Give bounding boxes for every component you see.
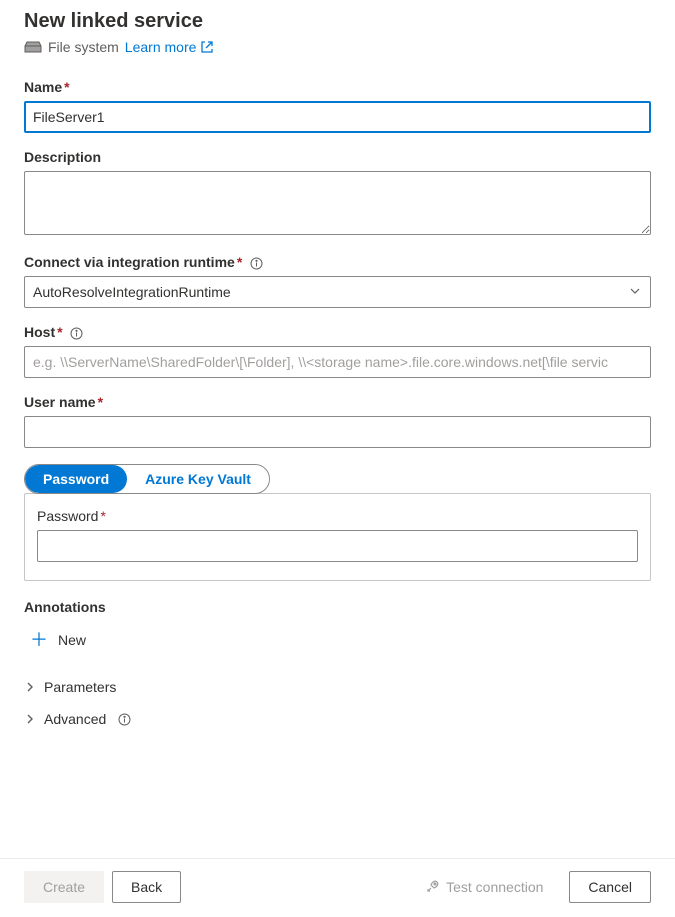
subheader: File system Learn more: [24, 39, 651, 55]
username-label: User name*: [24, 394, 651, 410]
description-label: Description: [24, 149, 651, 165]
create-button[interactable]: Create: [24, 871, 104, 903]
cancel-button[interactable]: Cancel: [569, 871, 651, 903]
advanced-expander[interactable]: Advanced: [24, 703, 651, 735]
test-connection-button[interactable]: Test connection: [408, 871, 561, 903]
runtime-select[interactable]: AutoResolveIntegrationRuntime: [24, 276, 651, 308]
add-new-label: New: [58, 632, 86, 648]
footer: Create Back Test connection Cancel: [0, 858, 675, 917]
host-label: Host*: [24, 324, 651, 340]
password-input[interactable]: [37, 530, 638, 562]
info-icon[interactable]: [70, 327, 83, 340]
password-panel: Password*: [24, 493, 651, 581]
chevron-right-icon: [24, 713, 36, 725]
external-link-icon: [200, 40, 214, 54]
back-button[interactable]: Back: [112, 871, 181, 903]
parameters-expander[interactable]: Parameters: [24, 671, 651, 703]
rocket-icon: [426, 879, 440, 896]
learn-more-link[interactable]: Learn more: [125, 39, 215, 55]
description-input[interactable]: [24, 171, 651, 235]
password-label: Password*: [37, 508, 638, 524]
required-indicator: *: [237, 254, 242, 270]
service-type-label: File system: [48, 39, 119, 55]
auth-tab-group: Password Azure Key Vault: [24, 464, 270, 494]
parameters-label: Parameters: [44, 679, 116, 695]
add-annotation-button[interactable]: ＋ New: [24, 627, 92, 653]
required-indicator: *: [57, 324, 62, 340]
required-indicator: *: [100, 508, 105, 524]
username-input[interactable]: [24, 416, 651, 448]
host-input[interactable]: [24, 346, 651, 378]
info-icon[interactable]: [118, 713, 131, 726]
tab-azure-key-vault[interactable]: Azure Key Vault: [127, 465, 269, 493]
file-system-icon: [24, 40, 42, 54]
plus-icon: ＋: [30, 631, 48, 649]
advanced-label: Advanced: [44, 711, 106, 727]
info-icon[interactable]: [250, 257, 263, 270]
tab-password[interactable]: Password: [25, 465, 127, 493]
name-input[interactable]: [24, 101, 651, 133]
learn-more-text: Learn more: [125, 39, 197, 55]
annotations-heading: Annotations: [24, 599, 651, 615]
chevron-right-icon: [24, 681, 36, 693]
required-indicator: *: [64, 79, 69, 95]
required-indicator: *: [98, 394, 103, 410]
page-title: New linked service: [24, 10, 651, 33]
runtime-label: Connect via integration runtime*: [24, 254, 651, 270]
name-label: Name*: [24, 79, 651, 95]
